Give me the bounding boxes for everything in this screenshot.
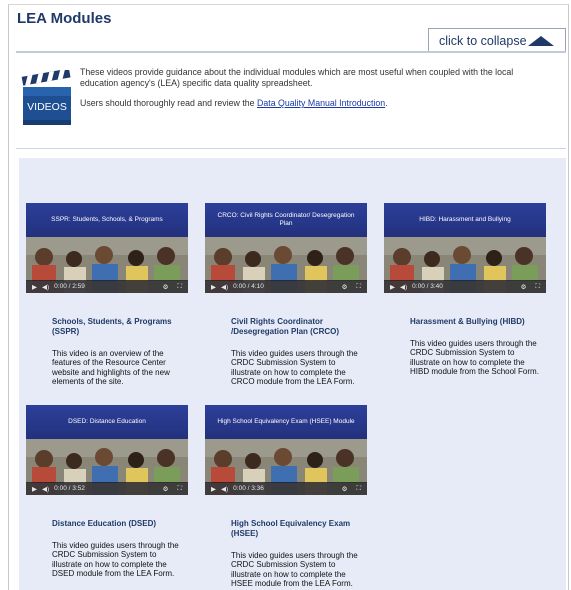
play-icon[interactable]: ▶ bbox=[390, 283, 395, 291]
video-thumbnail[interactable]: HIBD: Harassment and Bullying ▶ ◀) 0:00 … bbox=[384, 203, 546, 293]
data-quality-manual-link[interactable]: Data Quality Manual Introduction bbox=[257, 98, 385, 108]
fullscreen-icon[interactable]: ⛶ bbox=[535, 283, 540, 291]
gear-icon[interactable]: ⚙ bbox=[163, 283, 169, 291]
videos-clapperboard-icon: VIDEOS bbox=[21, 70, 73, 128]
video-thumbnail[interactable]: DSED: Distance Education ▶ ◀) 0:00 / 3:5… bbox=[26, 405, 188, 495]
video-thumbnail-title: DSED: Distance Education bbox=[26, 405, 188, 439]
video-card-hibd: HIBD: Harassment and Bullying ▶ ◀) 0:00 … bbox=[384, 203, 546, 376]
fullscreen-icon[interactable]: ⛶ bbox=[356, 485, 361, 493]
play-icon[interactable]: ▶ bbox=[32, 283, 37, 291]
play-icon[interactable]: ▶ bbox=[32, 485, 37, 493]
intro-paragraph-2: Users should thoroughly read and review … bbox=[80, 98, 388, 108]
play-icon[interactable]: ▶ bbox=[211, 485, 216, 493]
volume-icon[interactable]: ◀) bbox=[400, 283, 407, 291]
video-thumbnail[interactable]: SSPR: Students, Schools, & Programs ▶ ◀)… bbox=[26, 203, 188, 293]
intro-paragraph-1: These videos provide guidance about the … bbox=[80, 67, 514, 88]
video-card-sspr: SSPR: Students, Schools, & Programs ▶ ◀)… bbox=[26, 203, 188, 386]
videos-icon-label: VIDEOS bbox=[27, 101, 67, 113]
video-card-dsed: DSED: Distance Education ▶ ◀) 0:00 / 3:5… bbox=[26, 405, 188, 578]
video-title: Harassment & Bullying (HIBD) bbox=[410, 317, 525, 326]
video-time: 0:00 / 3:52 bbox=[54, 485, 85, 492]
video-title: Schools, Students, & Programs (SSPR) bbox=[52, 317, 172, 336]
fullscreen-icon[interactable]: ⛶ bbox=[356, 283, 361, 291]
gear-icon[interactable]: ⚙ bbox=[163, 485, 169, 493]
intro-text: These videos provide guidance about the … bbox=[80, 67, 550, 118]
video-thumbnail-title: HIBD: Harassment and Bullying bbox=[384, 203, 546, 237]
video-controls: ▶ ◀) 0:00 / 3:40 ⚙ ⛶ bbox=[384, 280, 546, 293]
collapse-label: click to collapse bbox=[439, 33, 527, 48]
arrow-up-icon bbox=[528, 36, 554, 46]
video-thumbnail[interactable]: CRCO: Civil Rights Coordinator/ Desegreg… bbox=[205, 203, 367, 293]
page-title: LEA Modules bbox=[17, 10, 112, 27]
video-description: This video guides users through the CRDC… bbox=[231, 349, 358, 386]
video-card-crco: CRCO: Civil Rights Coordinator/ Desegreg… bbox=[205, 203, 367, 386]
gear-icon[interactable]: ⚙ bbox=[342, 283, 348, 291]
section-divider bbox=[16, 148, 566, 149]
video-description: This video guides users through the CRDC… bbox=[52, 541, 179, 578]
video-description: This video guides users through the CRDC… bbox=[410, 339, 539, 376]
video-controls: ▶ ◀) 0:00 / 4:10 ⚙ ⛶ bbox=[205, 280, 367, 293]
video-title: High School Equivalency Exam (HSEE) bbox=[231, 519, 351, 538]
video-time: 0:00 / 4:10 bbox=[233, 283, 264, 290]
fullscreen-icon[interactable]: ⛶ bbox=[177, 485, 182, 493]
video-title: Civil Rights Coordinator /Desegregation … bbox=[231, 317, 340, 336]
gear-icon[interactable]: ⚙ bbox=[342, 485, 348, 493]
video-description: This video is an overview of the feature… bbox=[52, 349, 170, 386]
video-controls: ▶ ◀) 0:00 / 3:52 ⚙ ⛶ bbox=[26, 482, 188, 495]
video-thumbnail[interactable]: High School Equivalency Exam (HSEE) Modu… bbox=[205, 405, 367, 495]
fullscreen-icon[interactable]: ⛶ bbox=[177, 283, 182, 291]
video-controls: ▶ ◀) 0:00 / 3:36 ⚙ ⛶ bbox=[205, 482, 367, 495]
video-thumbnail-title: SSPR: Students, Schools, & Programs bbox=[26, 203, 188, 237]
video-time: 0:00 / 3:40 bbox=[412, 283, 443, 290]
volume-icon[interactable]: ◀) bbox=[221, 283, 228, 291]
video-time: 0:00 / 2:59 bbox=[54, 283, 85, 290]
video-description: This video guides users through the CRDC… bbox=[231, 551, 358, 588]
video-card-hsee: High School Equivalency Exam (HSEE) Modu… bbox=[205, 405, 367, 588]
video-thumbnail-title: High School Equivalency Exam (HSEE) Modu… bbox=[205, 405, 367, 439]
volume-icon[interactable]: ◀) bbox=[221, 485, 228, 493]
video-title: Distance Education (DSED) bbox=[52, 519, 157, 528]
gear-icon[interactable]: ⚙ bbox=[521, 283, 527, 291]
video-controls: ▶ ◀) 0:00 / 2:59 ⚙ ⛶ bbox=[26, 280, 188, 293]
play-icon[interactable]: ▶ bbox=[211, 283, 216, 291]
title-divider bbox=[16, 51, 566, 53]
volume-icon[interactable]: ◀) bbox=[42, 283, 49, 291]
collapse-button[interactable]: click to collapse bbox=[428, 28, 566, 53]
video-thumbnail-title: CRCO: Civil Rights Coordinator/ Desegreg… bbox=[205, 203, 367, 237]
video-time: 0:00 / 3:36 bbox=[233, 485, 264, 492]
volume-icon[interactable]: ◀) bbox=[42, 485, 49, 493]
